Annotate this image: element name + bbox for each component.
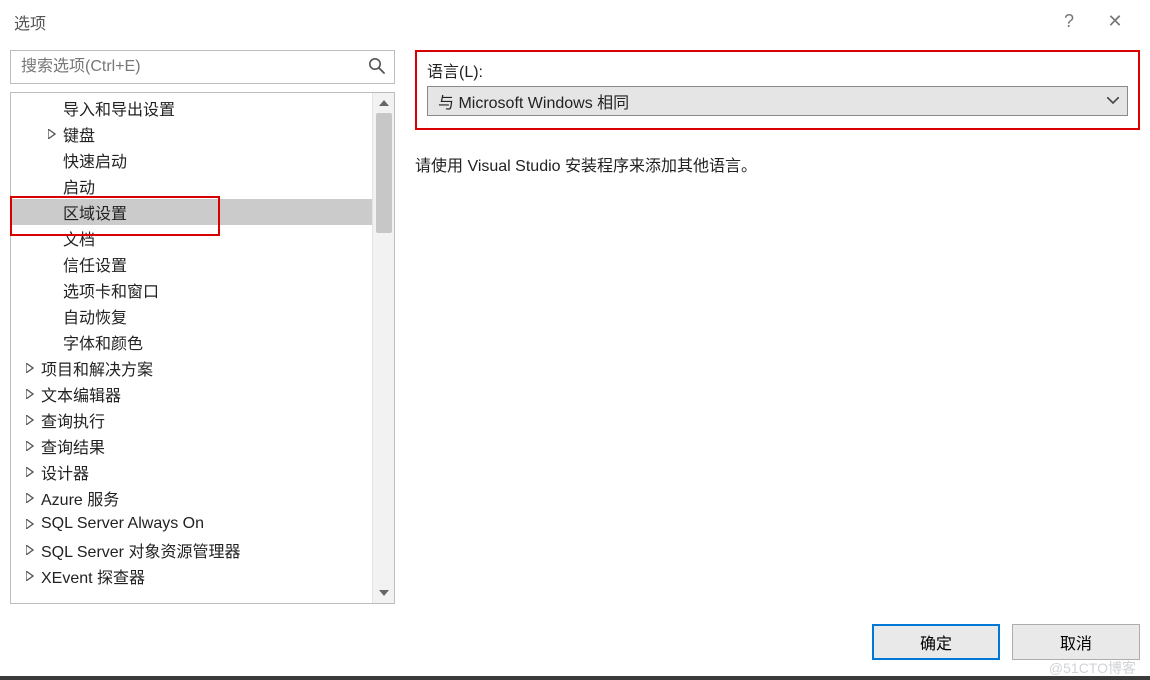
tree-item[interactable]: 区域设置: [11, 199, 372, 225]
titlebar: 选项 ? ✕: [0, 0, 1150, 44]
dialog-button-row: 确定 取消: [872, 624, 1140, 660]
tree-item[interactable]: 设计器: [11, 459, 372, 485]
tree-item[interactable]: 快速启动: [11, 147, 372, 173]
language-info-text: 请使用 Visual Studio 安装程序来添加其他语言。: [415, 152, 1140, 176]
tree-item[interactable]: 导入和导出设置: [11, 95, 372, 121]
tree-item[interactable]: 查询结果: [11, 433, 372, 459]
tree-item-label: 文本编辑器: [41, 382, 121, 406]
tree-item-label: 查询结果: [41, 434, 105, 458]
tree-item-label: 选项卡和窗口: [63, 278, 159, 302]
window-bottom-edge: [0, 676, 1150, 680]
tree-item-label: 字体和颜色: [63, 330, 143, 354]
expander-icon[interactable]: [23, 389, 37, 399]
language-combobox[interactable]: 与 Microsoft Windows 相同: [427, 86, 1128, 116]
tree-item[interactable]: 查询执行: [11, 407, 372, 433]
expander-icon[interactable]: [23, 519, 37, 529]
search-icon[interactable]: [367, 56, 387, 76]
tree-item[interactable]: 字体和颜色: [11, 329, 372, 355]
tree-item[interactable]: 启动: [11, 173, 372, 199]
tree-item[interactable]: 选项卡和窗口: [11, 277, 372, 303]
tree-item-label: 查询执行: [41, 408, 105, 432]
tree-item-label: SQL Server 对象资源管理器: [41, 538, 240, 562]
tree-item-label: 文档: [63, 226, 95, 250]
tree-item-label: 启动: [63, 174, 95, 198]
expander-icon[interactable]: [23, 571, 37, 581]
expander-icon[interactable]: [23, 467, 37, 477]
help-icon: ?: [1064, 11, 1074, 32]
tree-item[interactable]: 自动恢复: [11, 303, 372, 329]
language-label: 语言(L):: [427, 58, 483, 82]
tree-item[interactable]: 键盘: [11, 121, 372, 147]
tree-item-label: XEvent 探查器: [41, 564, 145, 588]
scroll-up-icon[interactable]: [373, 93, 394, 113]
options-tree: 导入和导出设置键盘快速启动启动区域设置文档信任设置选项卡和窗口自动恢复字体和颜色…: [10, 92, 395, 604]
tree-item-label: 导入和导出设置: [63, 96, 175, 120]
tree-item[interactable]: 文档: [11, 225, 372, 251]
tree-item-label: 键盘: [63, 122, 95, 146]
tree-item-label: 信任设置: [63, 252, 127, 276]
tree-item[interactable]: 项目和解决方案: [11, 355, 372, 381]
tree-item-label: 快速启动: [63, 148, 127, 172]
tree-item[interactable]: SQL Server 对象资源管理器: [11, 537, 372, 563]
window-title: 选项: [14, 10, 46, 34]
ok-button[interactable]: 确定: [872, 624, 1000, 660]
tree-item-label: 项目和解决方案: [41, 356, 153, 380]
tree-item-label: Azure 服务: [41, 486, 119, 510]
tree-item[interactable]: 信任设置: [11, 251, 372, 277]
expander-icon[interactable]: [45, 129, 59, 139]
scrollbar-thumb[interactable]: [376, 113, 392, 233]
right-panel: 语言(L): 与 Microsoft Windows 相同 请使用 Visual…: [395, 50, 1140, 604]
tree-item[interactable]: XEvent 探查器: [11, 563, 372, 589]
language-selected-value: 与 Microsoft Windows 相同: [438, 89, 629, 113]
watermark: @51CTO博客: [1049, 658, 1136, 678]
tree-item[interactable]: 文本编辑器: [11, 381, 372, 407]
tree-item-label: SQL Server Always On: [41, 515, 204, 533]
language-group: 语言(L): 与 Microsoft Windows 相同: [415, 50, 1140, 130]
expander-icon[interactable]: [23, 415, 37, 425]
cancel-button[interactable]: 取消: [1012, 624, 1140, 660]
close-icon: ✕: [1107, 11, 1122, 32]
scroll-down-icon[interactable]: [373, 583, 394, 603]
expander-icon[interactable]: [23, 493, 37, 503]
tree-item-label: 自动恢复: [63, 304, 127, 328]
tree-scrollbar[interactable]: [372, 93, 394, 603]
expander-icon[interactable]: [23, 441, 37, 451]
tree-item[interactable]: SQL Server Always On: [11, 511, 372, 537]
chevron-down-icon: [1107, 97, 1119, 105]
tree-item-label: 设计器: [41, 460, 89, 484]
close-button[interactable]: ✕: [1092, 6, 1138, 38]
tree-item-label: 区域设置: [63, 200, 127, 224]
search-wrap: [10, 50, 395, 88]
tree-item[interactable]: Azure 服务: [11, 485, 372, 511]
left-panel: 导入和导出设置键盘快速启动启动区域设置文档信任设置选项卡和窗口自动恢复字体和颜色…: [10, 50, 395, 604]
content-row: 导入和导出设置键盘快速启动启动区域设置文档信任设置选项卡和窗口自动恢复字体和颜色…: [0, 44, 1150, 604]
help-button[interactable]: ?: [1046, 6, 1092, 38]
expander-icon[interactable]: [23, 545, 37, 555]
search-input[interactable]: [10, 50, 395, 84]
expander-icon[interactable]: [23, 363, 37, 373]
